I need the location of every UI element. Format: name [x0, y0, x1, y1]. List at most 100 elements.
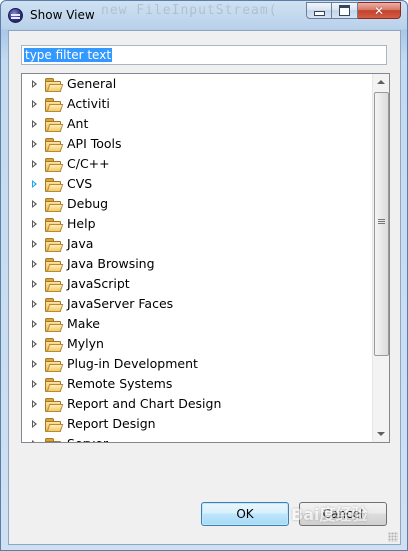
scroll-up-button[interactable] [373, 74, 389, 90]
folder-icon [45, 118, 64, 132]
filter-input[interactable]: type filter text [21, 45, 387, 65]
folder-icon [45, 218, 64, 232]
tree-item-label: Java [67, 236, 94, 251]
folder-icon [45, 438, 61, 442]
expand-arrow-icon[interactable] [32, 120, 37, 128]
expand-arrow-icon[interactable] [32, 440, 37, 442]
expand-arrow-icon[interactable] [32, 420, 37, 428]
folder-icon [45, 78, 64, 92]
folder-icon [45, 398, 64, 412]
tree-item[interactable]: Java [22, 234, 372, 254]
scroll-down-button[interactable] [373, 426, 389, 442]
tree-item[interactable]: General [22, 74, 372, 94]
folder-icon [45, 298, 64, 312]
tree-item-label: API Tools [67, 136, 122, 151]
folder-icon [45, 238, 64, 252]
view-tree: General Activiti Ant API Tools C/C++ CVS Debug… [21, 73, 390, 443]
tree-item-label: JavaServer Faces [67, 296, 174, 311]
expand-arrow-icon[interactable] [32, 100, 37, 108]
minimize-button[interactable] [306, 2, 332, 19]
tree-item-label: JavaScript [67, 276, 130, 291]
folder-icon [45, 138, 64, 152]
tree-item-label: Remote Systems [67, 376, 173, 391]
scroll-grip-icon [378, 219, 385, 220]
expand-arrow-icon[interactable] [32, 160, 37, 168]
expand-arrow-icon[interactable] [32, 380, 37, 388]
folder-icon [45, 358, 64, 372]
resize-grip-icon[interactable] [388, 532, 398, 542]
filter-input-text: type filter text [24, 48, 113, 62]
maximize-icon [339, 5, 350, 16]
window-controls: ✕ [306, 2, 401, 20]
folder-icon [45, 418, 64, 432]
tree-item-label: Make [67, 316, 100, 331]
folder-icon [45, 98, 64, 112]
close-button[interactable]: ✕ [358, 2, 401, 19]
tree-item[interactable]: Server [22, 434, 372, 442]
folder-icon [45, 198, 64, 212]
expand-arrow-icon[interactable] [32, 400, 37, 408]
tree-item[interactable]: CVS [22, 174, 372, 194]
tree-item-label: Ant [67, 116, 89, 131]
show-view-dialog: Show View new FileInputStream( ✕ type fi… [0, 0, 408, 551]
tree-item[interactable]: API Tools [22, 134, 372, 154]
tree-item[interactable]: JavaServer Faces [22, 294, 372, 314]
tree-item[interactable]: Remote Systems [22, 374, 372, 394]
expand-arrow-icon[interactable] [32, 300, 37, 308]
tree-item[interactable]: Debug [22, 194, 372, 214]
tree-item[interactable]: Make [22, 314, 372, 334]
ok-button[interactable]: OK [201, 502, 289, 526]
tree-item-label: Java Browsing [67, 256, 155, 271]
maximize-button[interactable] [332, 2, 358, 19]
scroll-up-icon [377, 80, 385, 84]
expand-arrow-icon[interactable] [32, 220, 37, 228]
title-bar[interactable]: Show View new FileInputStream( ✕ [1, 1, 407, 29]
tree-item[interactable]: C/C++ [22, 154, 372, 174]
tree-item[interactable]: Report Design [22, 414, 372, 434]
tree-item-label: C/C++ [67, 156, 110, 171]
tree-item-label: Report Design [67, 416, 156, 431]
tree-item[interactable]: Report and Chart Design [22, 394, 372, 414]
tree-item[interactable]: Mylyn [22, 334, 372, 354]
tree-item[interactable]: Java Browsing [22, 254, 372, 274]
expand-arrow-icon[interactable] [32, 240, 37, 248]
folder-icon [45, 258, 64, 272]
dialog-body: type filter text General Activiti Ant API T… [8, 30, 401, 545]
scroll-down-icon [377, 432, 385, 436]
tree-rows: General Activiti Ant API Tools C/C++ CVS Debug… [22, 74, 372, 442]
expand-arrow-icon[interactable] [32, 140, 37, 148]
tree-vertical-scrollbar[interactable] [372, 74, 389, 442]
tree-item[interactable]: Ant [22, 114, 372, 134]
watermark-logo: Bai度经验 [291, 505, 368, 524]
background-editor-text: new FileInputStream( [101, 3, 278, 18]
tree-item-label: Report and Chart Design [67, 396, 222, 411]
expand-arrow-icon[interactable] [32, 340, 37, 348]
folder-icon [45, 318, 64, 332]
folder-icon [45, 378, 64, 392]
tree-item[interactable]: Plug-in Development [22, 354, 372, 374]
expand-arrow-icon[interactable] [32, 260, 37, 268]
expand-arrow-icon[interactable] [32, 200, 37, 208]
expand-arrow-icon[interactable] [32, 80, 37, 88]
expand-arrow-icon[interactable] [32, 360, 37, 368]
window-title: Show View [30, 8, 95, 22]
tree-item[interactable]: Activiti [22, 94, 372, 114]
close-icon: ✕ [373, 3, 385, 18]
folder-icon [45, 178, 64, 192]
tree-item-label: Help [67, 216, 96, 231]
folder-icon [45, 278, 64, 292]
scroll-thumb[interactable] [374, 92, 389, 356]
minimize-icon [313, 11, 325, 16]
tree-item-label: CVS [67, 176, 93, 191]
tree-item[interactable]: JavaScript [22, 274, 372, 294]
folder-icon [45, 338, 64, 352]
expand-arrow-icon[interactable] [32, 180, 37, 188]
tree-item[interactable]: Help [22, 214, 372, 234]
tree-item-label: General [67, 76, 117, 91]
tree-item-label: Activiti [67, 96, 110, 111]
tree-item-label: Server [67, 436, 108, 442]
tree-item-label: Debug [67, 196, 109, 211]
folder-icon [45, 158, 64, 172]
expand-arrow-icon[interactable] [32, 320, 37, 328]
expand-arrow-icon[interactable] [32, 280, 37, 288]
